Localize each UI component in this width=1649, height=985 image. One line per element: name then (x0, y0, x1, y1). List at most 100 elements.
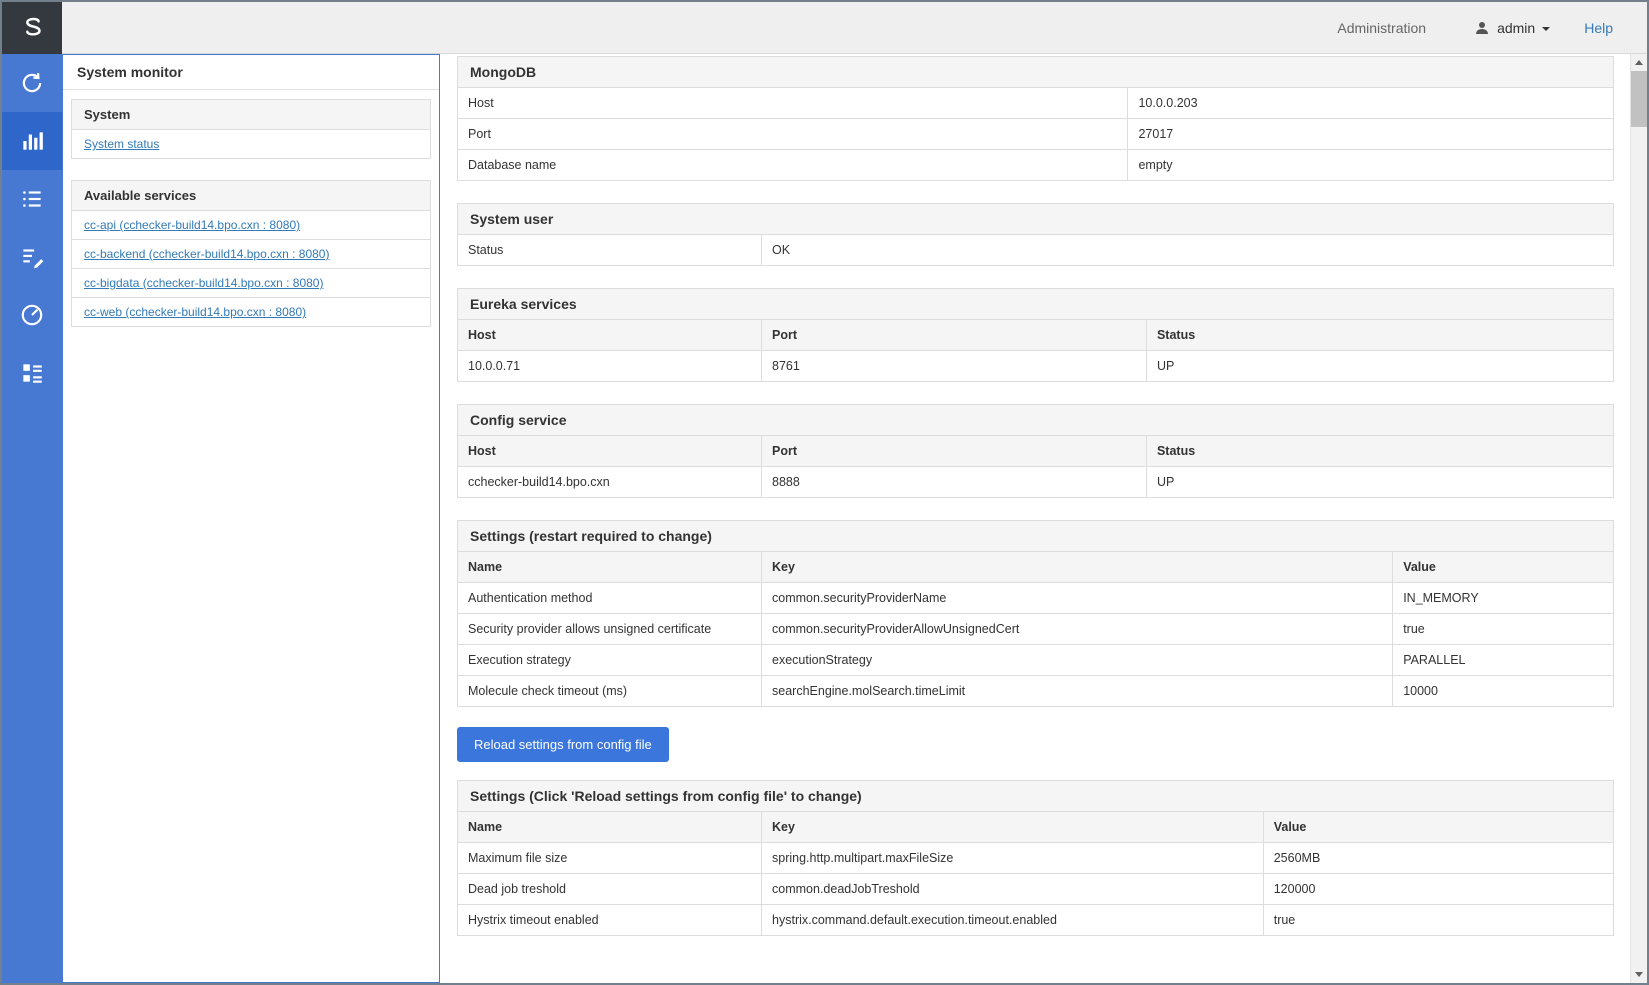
table-row: 10.0.0.71 8761 UP (458, 351, 1614, 382)
bar-chart-icon (19, 128, 45, 154)
scrollbar-thumb[interactable] (1631, 71, 1647, 127)
table-cell: Status (458, 235, 762, 266)
app-logo[interactable] (2, 2, 62, 54)
table-cell: Database name (458, 150, 1128, 181)
service-link-cc-bigdata[interactable]: cc-bigdata (cchecker-build14.bpo.cxn : 8… (84, 276, 323, 290)
table-cell: executionStrategy (762, 645, 1393, 676)
s-glyph-logo-icon (17, 13, 47, 43)
main-content: MongoDB Host 10.0.0.203 Port 27017 (440, 54, 1630, 983)
table-cell: searchEngine.molSearch.timeLimit (762, 676, 1393, 707)
service-link-cc-backend[interactable]: cc-backend (cchecker-build14.bpo.cxn : 8… (84, 247, 329, 261)
mongodb-table: Host 10.0.0.203 Port 27017 Database name… (457, 87, 1614, 181)
table-cell: 120000 (1263, 874, 1613, 905)
table-header-row: Name Key Value (458, 812, 1614, 843)
table-row: Execution strategy executionStrategy PAR… (458, 645, 1614, 676)
column-header: Status (1146, 320, 1613, 351)
sidebar (2, 2, 62, 983)
section-title: MongoDB (457, 56, 1614, 88)
mongodb-section: MongoDB Host 10.0.0.203 Port 27017 (457, 56, 1614, 181)
sidebar-item-system-monitor[interactable] (2, 112, 62, 170)
panel-section-title: Available services (71, 180, 431, 211)
panel-section-services: Available services cc-api (cchecker-buil… (71, 180, 431, 327)
panel-section-system: System System status (71, 99, 431, 159)
table-row: Security provider allows unsigned certif… (458, 614, 1614, 645)
scrollbar-track[interactable] (1631, 71, 1647, 966)
table-cell: Authentication method (458, 583, 762, 614)
column-header: Host (458, 320, 762, 351)
table-cell: 10.0.0.203 (1128, 88, 1614, 119)
arrow-up-icon (1635, 60, 1643, 65)
scroll-down-button[interactable] (1631, 966, 1647, 983)
column-header: Value (1263, 812, 1613, 843)
table-cell: empty (1128, 150, 1614, 181)
system-monitor-panel: System monitor System System status Avai… (62, 54, 440, 983)
list-edit-icon (19, 244, 45, 270)
table-cell: IN_MEMORY (1393, 583, 1614, 614)
table-row: Port 27017 (458, 119, 1614, 150)
table-row: Authentication method common.securityPro… (458, 583, 1614, 614)
administration-nav[interactable]: Administration (1337, 20, 1426, 36)
system-user-section: System user Status OK (457, 203, 1614, 266)
sidebar-item-scheduler[interactable] (2, 54, 62, 112)
vertical-scrollbar[interactable] (1630, 54, 1647, 983)
column-header: Name (458, 552, 762, 583)
user-menu[interactable]: admin (1474, 20, 1550, 36)
table-header-row: Host Port Status (458, 436, 1614, 467)
username-label: admin (1497, 20, 1535, 36)
panel-body: System System status Available services … (63, 90, 439, 357)
table-cell: PARALLEL (1393, 645, 1614, 676)
chevron-down-icon (1542, 27, 1550, 31)
arrow-down-icon (1635, 972, 1643, 977)
table-row: Hystrix timeout enabled hystrix.command.… (458, 905, 1614, 936)
table-cell: Hystrix timeout enabled (458, 905, 762, 936)
sidebar-item-jobs[interactable] (2, 170, 62, 228)
reload-settings-button[interactable]: Reload settings from config file (457, 727, 669, 762)
table-cell: Maximum file size (458, 843, 762, 874)
settings-restart-section: Settings (restart required to change) Na… (457, 520, 1614, 707)
section-title: Eureka services (457, 288, 1614, 320)
topbar: Administration admin Help (62, 2, 1647, 54)
table-row: Molecule check timeout (ms) searchEngine… (458, 676, 1614, 707)
table-header-row: Name Key Value (458, 552, 1614, 583)
table-cell: Molecule check timeout (ms) (458, 676, 762, 707)
sidebar-item-performance[interactable] (2, 286, 62, 344)
gauge-icon (19, 302, 45, 328)
table-cell: common.securityProviderAllowUnsignedCert (762, 614, 1393, 645)
table-row: Maximum file size spring.http.multipart.… (458, 843, 1614, 874)
list-icon (19, 186, 45, 212)
settings-reload-section: Settings (Click 'Reload settings from co… (457, 780, 1614, 936)
table-header-row: Host Port Status (458, 320, 1614, 351)
system-status-link[interactable]: System status (84, 137, 159, 151)
sidebar-item-reports[interactable] (2, 228, 62, 286)
scroll-up-button[interactable] (1631, 54, 1647, 71)
table-cell: common.deadJobTreshold (762, 874, 1264, 905)
table-cell: Port (458, 119, 1128, 150)
column-header: Key (762, 812, 1264, 843)
help-link[interactable]: Help (1584, 20, 1613, 36)
column-header: Name (458, 812, 762, 843)
sidebar-nav (2, 54, 62, 402)
table-row: Status OK (458, 235, 1614, 266)
column-header: Port (762, 436, 1147, 467)
table-cell: 27017 (1128, 119, 1614, 150)
table-cell: 2560MB (1263, 843, 1613, 874)
table-cell: 10.0.0.71 (458, 351, 762, 382)
panel-title: System monitor (63, 55, 439, 90)
service-link-cc-api[interactable]: cc-api (cchecker-build14.bpo.cxn : 8080) (84, 218, 300, 232)
dashboard-icon (19, 360, 45, 386)
column-header: Port (762, 320, 1147, 351)
table-row: cchecker-build14.bpo.cxn 8888 UP (458, 467, 1614, 498)
panel-section-title: System (71, 99, 431, 130)
table-cell: cchecker-build14.bpo.cxn (458, 467, 762, 498)
table-cell: hystrix.command.default.execution.timeou… (762, 905, 1264, 936)
eureka-section: Eureka services Host Port Status 10.0.0.… (457, 288, 1614, 382)
sidebar-item-dashboard[interactable] (2, 344, 62, 402)
section-title: Config service (457, 404, 1614, 436)
table-cell: 8888 (762, 467, 1147, 498)
table-cell: Execution strategy (458, 645, 762, 676)
service-link-cc-web[interactable]: cc-web (cchecker-build14.bpo.cxn : 8080) (84, 305, 306, 319)
table-cell: Dead job treshold (458, 874, 762, 905)
column-header: Status (1146, 436, 1613, 467)
section-title: System user (457, 203, 1614, 235)
settings-reload-table: Name Key Value Maximum file size spring.… (457, 811, 1614, 936)
